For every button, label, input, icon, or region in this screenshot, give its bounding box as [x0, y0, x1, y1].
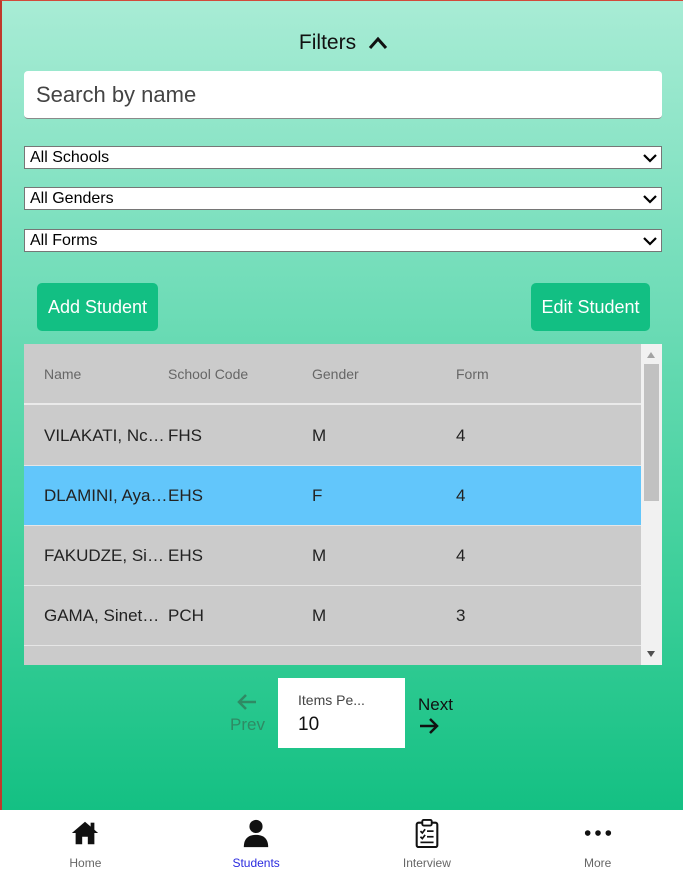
items-per-page-label: Items Pe... — [298, 692, 365, 708]
chevron-up-icon — [368, 36, 388, 49]
nav-item-interview[interactable]: Interview — [342, 810, 513, 870]
cell-name: DLAMINI, Ayanda — [44, 485, 168, 505]
chevron-down-icon — [643, 153, 657, 163]
next-page-button[interactable]: Next — [418, 695, 453, 735]
scroll-down-arrow-icon[interactable] — [647, 651, 655, 657]
school-select-value: All Schools — [30, 148, 110, 166]
table-row[interactable]: GAMA, Sinethem... PCH M 3 — [24, 586, 641, 646]
main-screen: Filters All Schools All Genders All Form… — [0, 0, 683, 810]
nav-item-more[interactable]: More — [512, 810, 683, 870]
search-field[interactable] — [24, 71, 662, 119]
table-row[interactable]: FAKUDZE, Sibon... EHS M 4 — [24, 526, 641, 586]
column-header-form[interactable]: Form — [456, 366, 600, 382]
cell-school-code: EHS — [168, 545, 203, 565]
cell-school-code: EHS — [168, 485, 203, 505]
cell-name: GAMA, Sinethem... — [44, 605, 168, 625]
column-header-name[interactable]: Name — [24, 366, 168, 382]
cell-school-code: FHS — [168, 425, 202, 445]
scrollbar-thumb[interactable] — [644, 364, 659, 501]
cell-gender: M — [312, 605, 327, 625]
prev-page-button[interactable]: Prev — [230, 693, 265, 735]
add-student-button[interactable]: Add Student — [37, 283, 158, 331]
chevron-down-icon — [643, 236, 657, 246]
items-per-page-value: 10 — [298, 714, 320, 735]
cell-school-code: PCH — [168, 605, 204, 625]
bottom-nav: Home Students Interview More — [0, 810, 683, 870]
nav-label-interview: Interview — [402, 856, 451, 870]
cell-form: 4 — [456, 425, 466, 445]
cell-form: 4 — [456, 485, 466, 505]
nav-item-students[interactable]: Students — [171, 810, 342, 870]
cell-gender: M — [312, 425, 327, 445]
gender-select[interactable]: All Genders — [24, 187, 662, 210]
table-scrollbar[interactable] — [641, 344, 662, 665]
table-header: Name School Code Gender Form — [24, 344, 641, 405]
arrow-right-icon — [420, 718, 439, 734]
table-row[interactable]: VILAKATI, Ncedo FHS M 4 — [24, 406, 641, 466]
form-select-value: All Forms — [30, 231, 98, 249]
nav-label-students: Students — [232, 856, 280, 870]
more-icon — [584, 830, 611, 836]
clipboard-icon — [415, 818, 439, 848]
gender-select-value: All Genders — [30, 189, 114, 207]
students-table: Name School Code Gender Form VILAKATI, N… — [24, 344, 662, 665]
cell-gender: F — [312, 485, 323, 505]
search-input[interactable] — [36, 81, 662, 108]
prev-label: Prev — [230, 715, 265, 734]
cell-form: 3 — [456, 605, 466, 625]
form-select[interactable]: All Forms — [24, 229, 662, 252]
cell-gender: M — [312, 545, 327, 565]
filters-toggle[interactable]: Filters — [2, 31, 683, 55]
school-select[interactable]: All Schools — [24, 146, 662, 169]
chevron-down-icon — [643, 194, 657, 204]
items-per-page-field[interactable]: Items Pe... 10 — [278, 678, 405, 748]
cell-name: FAKUDZE, Sibon... — [44, 545, 168, 565]
cell-name: VILAKATI, Ncedo — [44, 425, 168, 445]
table-row-selected[interactable]: DLAMINI, Ayanda EHS F 4 — [24, 466, 641, 526]
next-label: Next — [418, 695, 453, 714]
nav-label-home: Home — [69, 856, 102, 870]
edit-student-button[interactable]: Edit Student — [531, 283, 650, 331]
column-header-gender[interactable]: Gender — [312, 366, 456, 382]
filters-title: Filters — [298, 31, 357, 54]
column-header-school-code[interactable]: School Code — [168, 366, 312, 382]
person-icon — [243, 819, 269, 848]
home-icon — [72, 821, 99, 845]
arrow-left-icon — [237, 694, 257, 710]
nav-label-more: More — [583, 856, 612, 870]
nav-item-home[interactable]: Home — [0, 810, 171, 870]
cell-form: 4 — [456, 545, 466, 565]
scroll-up-arrow-icon[interactable] — [647, 352, 655, 358]
